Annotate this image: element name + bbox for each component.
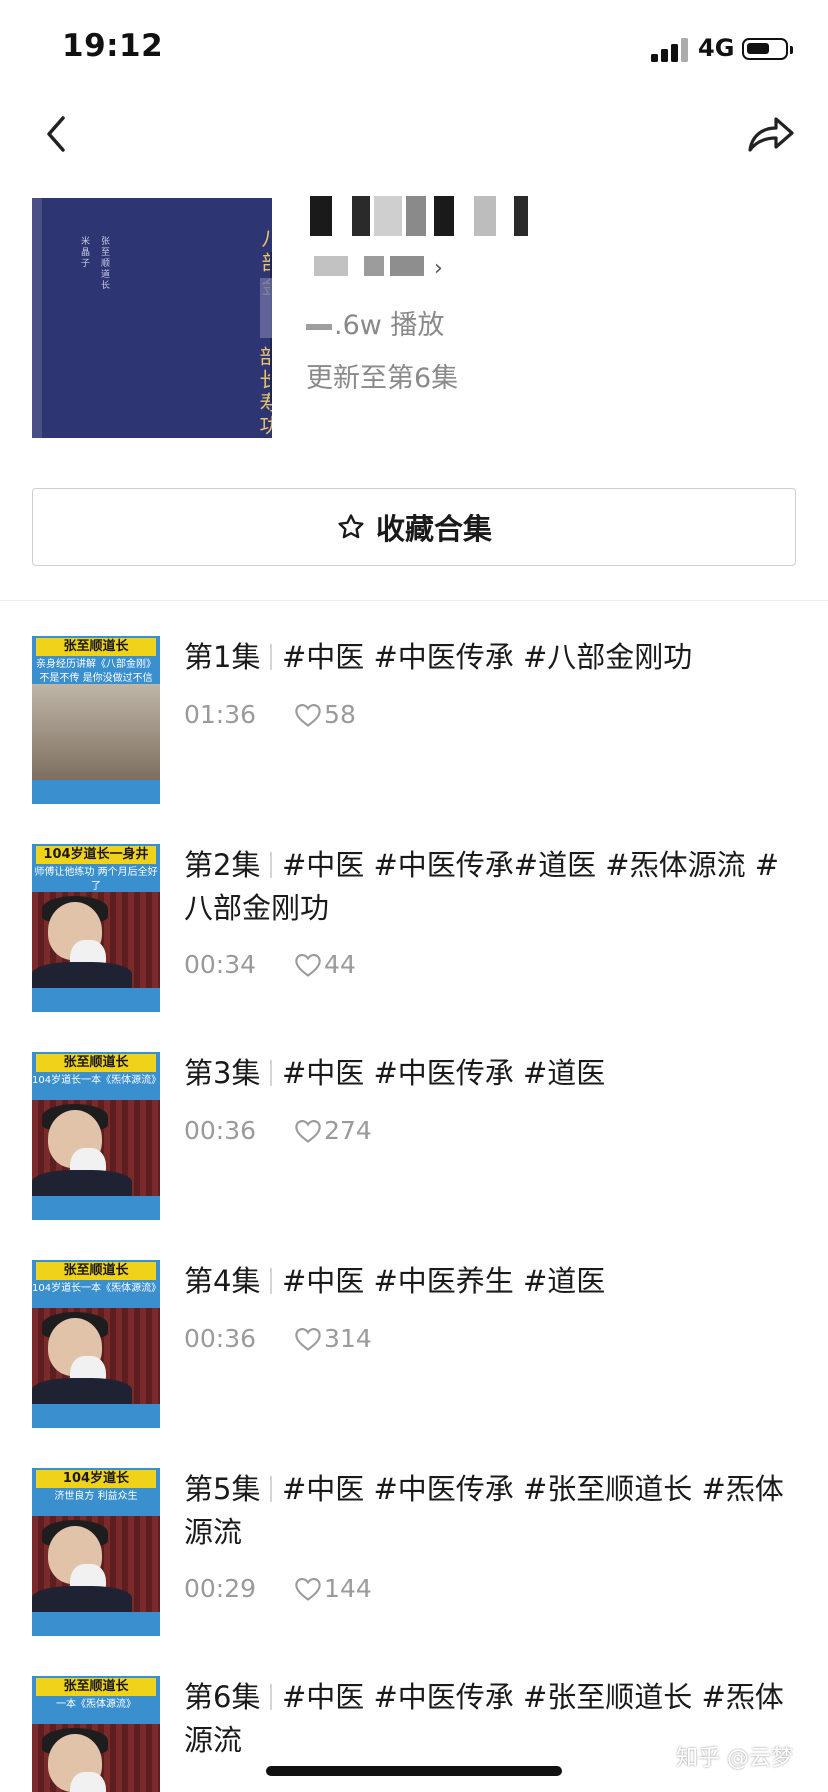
episode-likes: 274 — [324, 1116, 372, 1145]
episode-meta: 00:36 314 — [184, 1324, 372, 1353]
collection-cover[interactable]: 米晶子 张至顺道长 八部金 部长寿功 — [32, 198, 272, 438]
episode-item-1[interactable]: 张至顺道长 亲身经历讲解《八部金刚》不是不传 是你没做过不信 第1集 #中医 #中… — [0, 636, 828, 804]
episode-duration: 00:34 — [184, 950, 257, 979]
episode-duration: 00:36 — [184, 1324, 257, 1353]
status-bar: 19:12 4G — [0, 0, 828, 100]
watermark: 知乎 @云梦 — [676, 1746, 793, 1771]
episode-thumbnail: 104岁道长 济世良方 利益众生 — [32, 1468, 160, 1636]
episode-title: 第3集 #中医 #中医传承 #道医 — [184, 1056, 606, 1090]
heart-icon — [295, 953, 321, 977]
episode-meta: 01:36 58 — [184, 700, 356, 729]
heart-icon — [295, 703, 321, 727]
episode-title: 第2集 #中医 #中医传承#道医 #炁体源流 #八部金刚功 — [184, 848, 780, 925]
episode-meta: 00:29 144 — [184, 1574, 372, 1603]
episode-meta: 00:34 44 — [184, 950, 356, 979]
network-type: 4G — [698, 34, 735, 62]
heart-icon — [295, 1327, 321, 1351]
episode-item-5[interactable]: 104岁道长 济世良方 利益众生 第5集 #中医 #中医传承 #张至顺道长 #炁体… — [0, 1468, 828, 1636]
star-icon — [338, 514, 364, 539]
section-divider — [0, 600, 828, 601]
episode-thumbnail: 张至顺道长 104岁道长一本《炁体源流》 — [32, 1052, 160, 1220]
play-count: .6w 播放 — [306, 303, 444, 342]
share-arrow-icon — [748, 117, 794, 152]
episode-title: 第5集 #中医 #中医传承 #张至顺道长 #炁体源流 — [184, 1472, 784, 1549]
author-chevron-icon[interactable]: › — [434, 256, 443, 281]
status-time: 19:12 — [62, 28, 164, 64]
episode-item-3[interactable]: 张至顺道长 104岁道长一本《炁体源流》 第3集 #中医 #中医传承 #道医 00… — [0, 1052, 828, 1220]
episode-likes: 144 — [324, 1574, 372, 1603]
update-status: 更新至第6集 — [306, 363, 459, 394]
episode-thumbnail: 104岁道长一身井 师傅让他练功 两个月后全好了 — [32, 844, 160, 1012]
episode-thumbnail: 张至顺道长 一本《炁体源流》 — [32, 1676, 160, 1792]
back-button[interactable] — [30, 104, 82, 164]
favorite-collection-label: 收藏合集 — [375, 512, 492, 546]
episode-duration: 00:29 — [184, 1574, 257, 1603]
cover-subtitle: 张至顺道长 — [99, 236, 109, 291]
episode-meta: 00:36 274 — [184, 1116, 372, 1145]
episode-duration: 00:36 — [184, 1116, 257, 1145]
cover-author: 米晶子 — [79, 236, 89, 269]
episode-item-4[interactable]: 张至顺道长 104岁道长一本《炁体源流》 第4集 #中医 #中医养生 #道医 00… — [0, 1260, 828, 1428]
episode-item-2[interactable]: 104岁道长一身井 师傅让他练功 两个月后全好了 第2集 #中医 #中医传承#道医… — [0, 844, 828, 1012]
signal-icon — [651, 38, 691, 62]
heart-icon — [295, 1577, 321, 1601]
episode-likes: 44 — [324, 950, 356, 979]
heart-icon — [295, 1119, 321, 1143]
episode-title: 第1集 #中医 #中医传承 #八部金刚功 — [184, 640, 693, 674]
episode-likes: 314 — [324, 1324, 372, 1353]
episode-title: 第4集 #中医 #中医养生 #道医 — [184, 1264, 606, 1298]
home-indicator[interactable] — [266, 1766, 562, 1776]
episode-likes: 58 — [324, 700, 356, 729]
episode-thumbnail: 张至顺道长 104岁道长一本《炁体源流》 — [32, 1260, 160, 1428]
battery-icon — [742, 38, 793, 60]
episode-duration: 01:36 — [184, 700, 257, 729]
episode-thumbnail: 张至顺道长 亲身经历讲解《八部金刚》不是不传 是你没做过不信 — [32, 636, 160, 804]
back-arrow-icon — [47, 116, 65, 152]
share-button[interactable] — [740, 104, 802, 164]
favorite-collection-button[interactable]: 收藏合集 — [32, 488, 796, 566]
